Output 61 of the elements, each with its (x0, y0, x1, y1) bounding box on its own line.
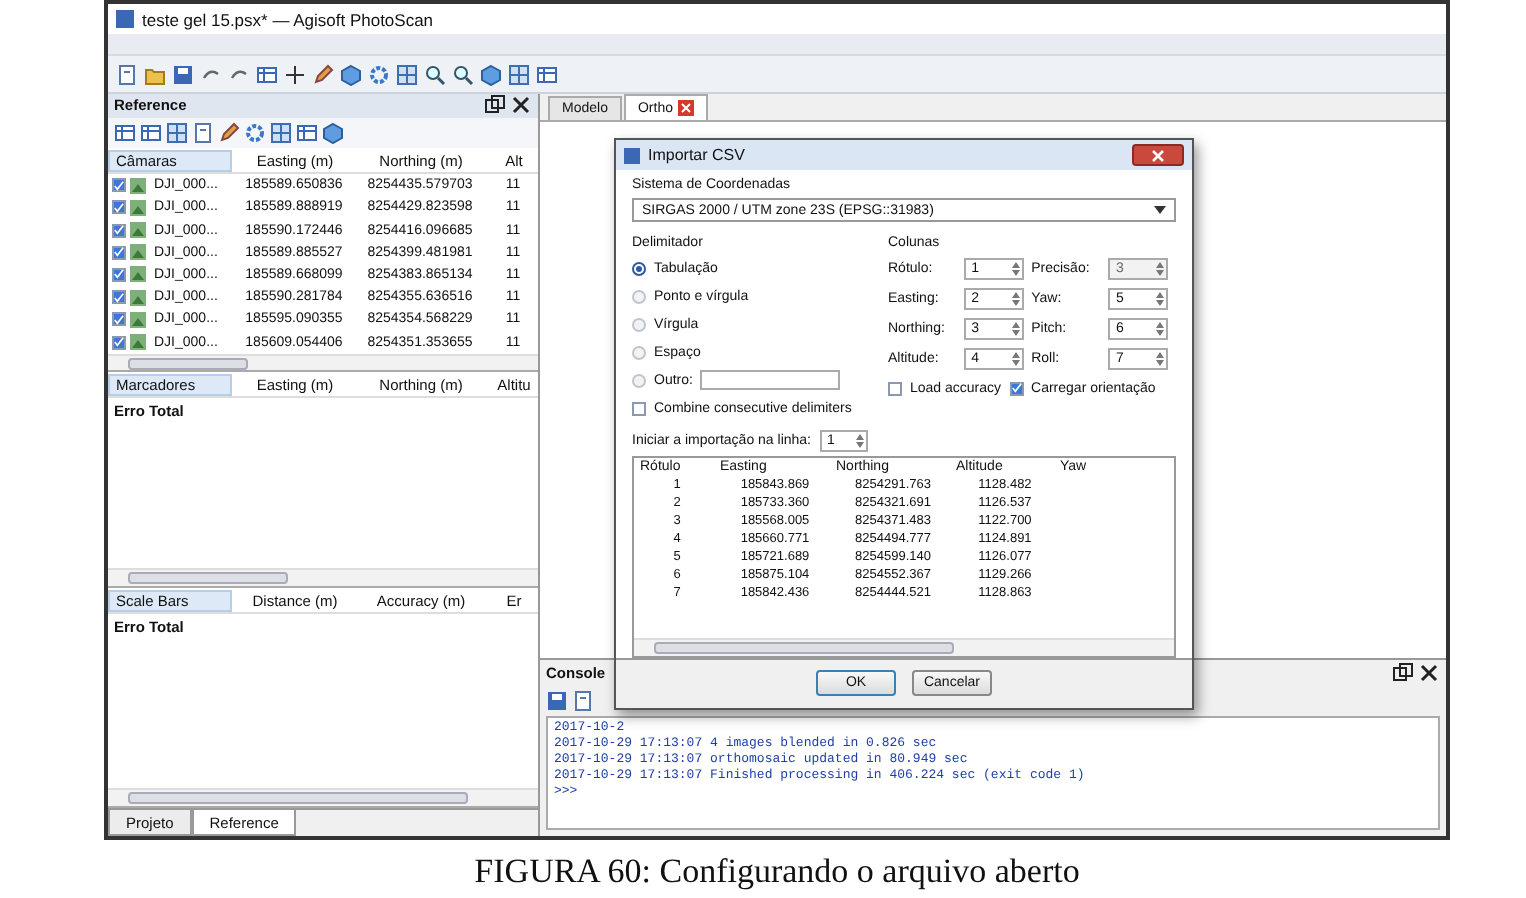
scrollbar[interactable] (108, 788, 538, 807)
spin-arrows-icon[interactable] (853, 431, 865, 449)
spin-arrows-icon[interactable] (1154, 290, 1166, 308)
figure-caption: FIGURA 60: Configurando o arquivo aberto (472, 852, 1082, 892)
table-icon[interactable] (296, 122, 318, 145)
save-icon[interactable] (172, 63, 194, 85)
app-icon (116, 10, 134, 28)
camera-image-icon (130, 289, 146, 306)
dropdown-caret-icon (1154, 206, 1166, 214)
checkbox[interactable] (112, 200, 126, 215)
camera-image-icon (130, 266, 146, 283)
spin-arrows-icon[interactable] (1009, 320, 1022, 338)
scrollbar[interactable] (634, 638, 1174, 656)
zoom-in-icon[interactable] (424, 63, 446, 85)
scrollbar[interactable] (108, 353, 538, 371)
restore-icon[interactable] (1392, 661, 1414, 683)
pencil-icon[interactable] (312, 63, 334, 85)
plus-icon[interactable] (284, 63, 306, 85)
document-icon[interactable] (192, 122, 214, 145)
table-icon[interactable] (114, 122, 136, 145)
close-icon[interactable] (510, 94, 532, 117)
close-icon[interactable] (1418, 661, 1440, 683)
folder-icon[interactable] (144, 63, 166, 85)
pencil-icon[interactable] (218, 122, 240, 145)
input-field[interactable] (700, 370, 841, 390)
close-icon (1152, 149, 1164, 161)
grid-icon[interactable] (508, 63, 530, 85)
table-icon[interactable] (536, 63, 558, 85)
spin-arrows-icon[interactable] (1009, 350, 1022, 368)
spin-arrows-icon[interactable] (1009, 260, 1022, 278)
checkbox[interactable] (112, 223, 126, 238)
checkbox[interactable] (112, 312, 126, 327)
window-title: teste gel 15.psx* — Agisoft PhotoScan (142, 9, 434, 29)
spin-arrows-icon[interactable] (1154, 350, 1166, 368)
camera-image-icon (130, 222, 146, 239)
grid-icon[interactable] (396, 63, 418, 85)
new-document-icon[interactable] (116, 63, 138, 85)
checkbox[interactable] (112, 267, 126, 282)
camera-image-icon (130, 311, 146, 328)
dialog-icon (624, 147, 640, 163)
save-icon[interactable] (546, 689, 568, 711)
zoom-out-icon[interactable] (452, 63, 474, 85)
checkbox[interactable] (112, 290, 126, 305)
spin-arrows-icon[interactable] (1154, 320, 1166, 338)
table-icon[interactable] (140, 122, 162, 145)
camera-image-icon (130, 334, 146, 351)
close-button[interactable] (1132, 144, 1184, 166)
restore-icon[interactable] (484, 94, 506, 117)
checkbox[interactable] (112, 245, 126, 260)
table-icon[interactable] (256, 63, 278, 85)
camera-image-icon (130, 244, 146, 261)
document-icon[interactable] (572, 689, 594, 711)
camera-image-icon (130, 177, 146, 194)
checkbox[interactable] (112, 178, 126, 193)
scrollbar[interactable] (108, 568, 538, 587)
dialog-title: Importar CSV (648, 146, 747, 164)
spin-arrows-icon[interactable] (1009, 290, 1022, 308)
grid-icon[interactable] (166, 122, 188, 145)
checkbox[interactable] (112, 335, 126, 350)
camera-image-icon (130, 199, 146, 216)
grid-icon[interactable] (270, 122, 292, 145)
